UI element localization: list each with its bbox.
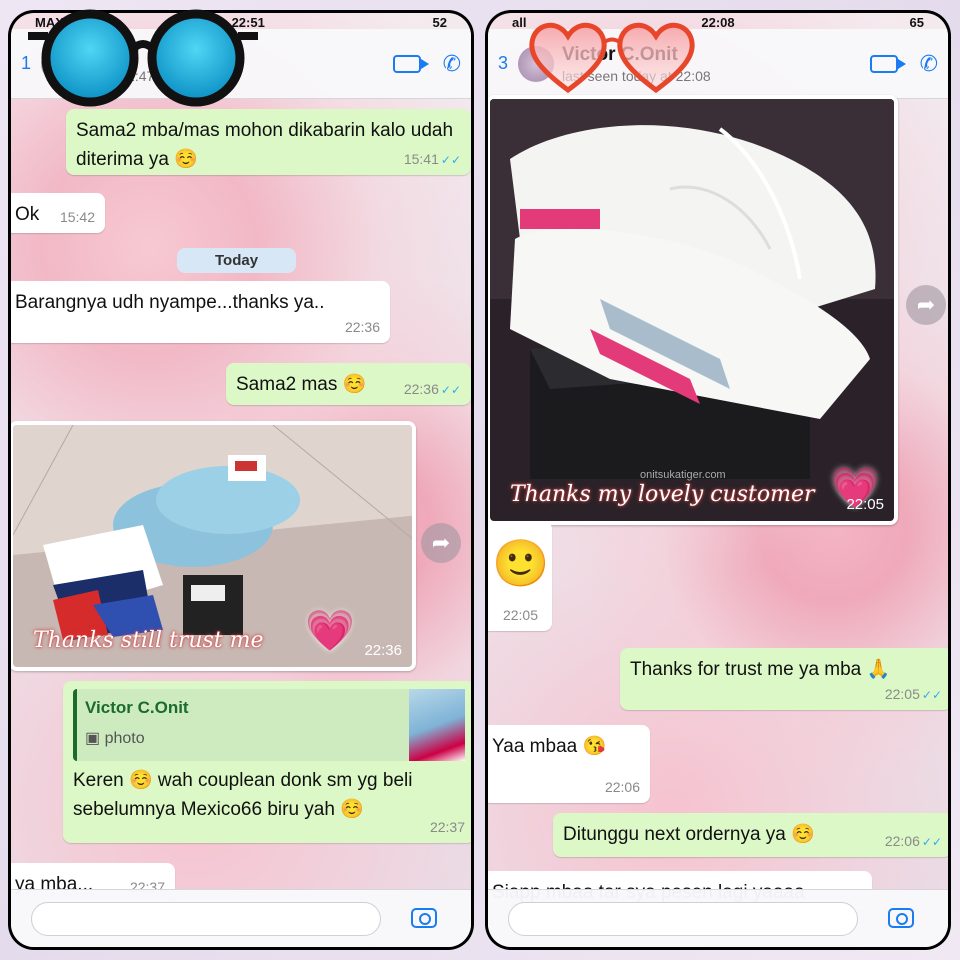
sunglasses-sticker-icon [28,9,258,107]
message-text: Yaa mbaa 😘 [492,736,607,757]
message-time: 22:37 [429,819,465,835]
message-bubble[interactable]: Yaa mbaa 😘 22:06 [488,725,650,803]
heart-icon: 💗 [305,609,355,653]
left-chat-screen: MAX 22:51 52 1 Victor seen 22:47 ✆ Sama2… [11,13,471,947]
quote-thumbnail [409,689,465,761]
video-call-icon[interactable] [869,54,906,73]
emoji-message[interactable]: 🙂 22:05 [488,521,552,631]
message-time: 22:36 [403,381,439,397]
phone-call-icon[interactable]: ✆ [920,51,938,77]
reply-message-bubble[interactable]: Victor C.Onit ▣ photo Keren ☺️ wah coupl… [63,681,471,843]
forward-icon[interactable]: ➦ [906,285,946,325]
message-text: Sama2 mba/mas mohon dikabarin kalo udah … [76,120,454,170]
camera-small-icon: ▣ [85,729,101,747]
message-input[interactable] [508,902,858,936]
message-text: Keren ☺️ wah couplean donk sm yg beli se… [73,770,413,820]
photo-caption: Thanks still trust me [33,628,264,653]
right-phone: all 22:08 65 3 Victor C.Onit last seen t… [485,10,951,950]
photo-caption: Thanks my lovely customer [510,482,815,507]
message-bubble[interactable]: Ok 15:42 [11,193,105,233]
message-time: 22:05 [502,607,538,623]
brand-watermark: onitsukatiger.com [640,469,726,481]
photo-time: 22:05 [846,496,884,513]
status-time: 22:08 [701,14,735,30]
message-text: Ok [15,204,40,225]
read-tick-icon: ✓✓ [440,383,461,397]
message-bubble[interactable]: Sama2 mas ☺️ 22:36 ✓✓ [226,363,471,405]
message-text: Ditunggu next ordernya ya ☺️ [563,824,815,845]
heart-glasses-sticker-icon [529,22,695,94]
input-bar [11,889,471,947]
message-bubble[interactable]: Sama2 mba/mas mohon dikabarin kalo udah … [66,109,471,175]
message-bubble[interactable]: Thanks for trust me ya mba 🙏 22:05 ✓✓ [620,648,948,710]
photo-message[interactable]: Thanks my lovely customer 💗 22:05 onitsu… [488,95,898,525]
message-time: 22:06 [604,779,640,795]
read-tick-icon: ✓✓ [921,835,942,849]
photo-message[interactable]: Thanks still trust me 💗 22:36 [11,421,416,671]
video-call-icon[interactable] [392,54,429,73]
phone-call-icon[interactable]: ✆ [443,51,461,77]
message-time: 22:05 [884,686,920,702]
quote-name: Victor C.Onit [85,698,189,717]
message-time: 22:36 [344,319,380,335]
message-text: Barangnya udh nyampe...thanks ya.. [15,292,325,313]
message-bubble[interactable]: Barangnya udh nyampe...thanks ya.. 22:36 [11,281,390,343]
right-chat-screen: all 22:08 65 3 Victor C.Onit last seen t… [488,13,948,947]
input-bar [488,889,948,947]
message-time: 15:41 [403,151,439,167]
back-count[interactable]: 3 [498,53,518,74]
message-text: Sama2 mas ☺️ [236,374,367,395]
message-time: 22:06 [884,833,920,849]
message-input[interactable] [31,902,381,936]
battery-label: 52 [432,14,447,30]
forward-icon[interactable]: ➦ [421,523,461,563]
message-time: 15:42 [59,209,95,225]
smile-emoji-icon: 🙂 [492,537,550,589]
quote-text: photo [104,729,145,747]
date-label: Today [177,248,297,273]
read-tick-icon: ✓✓ [440,153,461,167]
quoted-message[interactable]: Victor C.Onit ▣ photo [73,689,465,761]
message-bubble[interactable]: Ditunggu next ordernya ya ☺️ 22:06 ✓✓ [553,813,948,857]
read-tick-icon: ✓✓ [921,688,942,702]
camera-icon[interactable] [411,908,437,928]
battery-label: 65 [909,14,924,30]
photo-time: 22:36 [364,642,402,659]
carrier-label: all [512,14,527,30]
left-phone: MAX 22:51 52 1 Victor seen 22:47 ✆ Sama2… [8,10,474,950]
camera-icon[interactable] [888,908,914,928]
message-text: Thanks for trust me ya mba 🙏 [630,659,891,680]
shoe-photo [490,99,894,521]
